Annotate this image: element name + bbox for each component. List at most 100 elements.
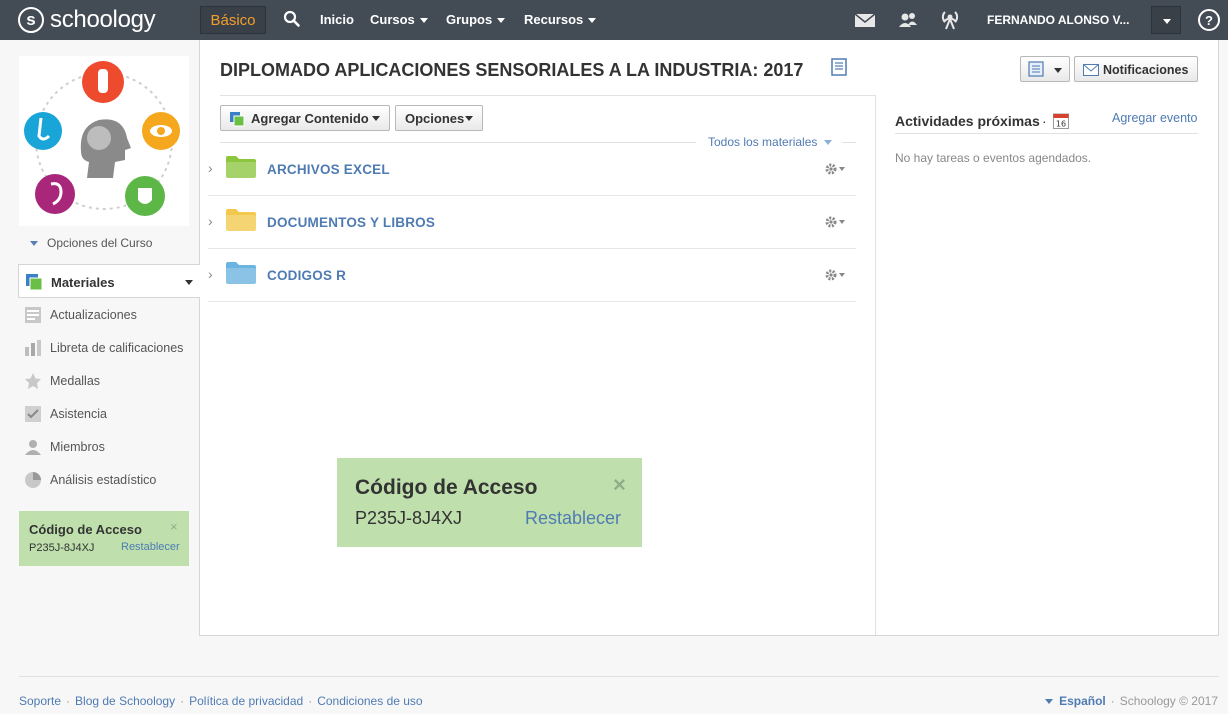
chevron-down-icon xyxy=(588,18,597,24)
reset-access-code-link[interactable]: Restablecer xyxy=(121,541,180,553)
badges-star-icon xyxy=(25,373,41,389)
add-materials-icon xyxy=(230,112,245,127)
no-events-message: No hay tareas o eventos agendados. xyxy=(895,151,1092,165)
footer-divider xyxy=(19,676,1219,677)
help-icon[interactable]: ? xyxy=(1198,9,1220,31)
sidebar-item-materiales[interactable]: Materiales xyxy=(18,264,200,298)
course-options-label: Opciones del Curso xyxy=(47,236,153,250)
sidebar-item-libreta[interactable]: Libreta de calificaciones xyxy=(50,341,183,355)
folder-row[interactable]: › CODIGOS R xyxy=(208,249,856,302)
footer-link-soporte[interactable]: Soporte xyxy=(19,694,61,708)
user-menu-dropdown[interactable] xyxy=(1151,6,1181,34)
nav-recursos-label: Recursos xyxy=(524,12,584,27)
course-info-icon[interactable] xyxy=(830,58,848,76)
chevron-down-icon xyxy=(372,116,380,121)
access-code-title: Código de Acceso xyxy=(355,476,538,499)
column-divider xyxy=(875,95,876,635)
folder-row[interactable]: › DOCUMENTOS Y LIBROS xyxy=(208,196,856,249)
list-view-icon xyxy=(1028,61,1044,77)
chevron-down-icon xyxy=(497,18,506,24)
schoology-logo[interactable]: s schoology xyxy=(18,6,156,34)
notifications-broadcast-icon[interactable] xyxy=(939,10,961,30)
sidebar-item-asistencia[interactable]: Asistencia xyxy=(50,407,107,421)
page-title: DIPLOMADO APLICACIONES SENSORIALES A LA … xyxy=(220,60,804,80)
nav-inicio[interactable]: Inicio xyxy=(320,12,354,27)
footer-separator: · xyxy=(66,694,71,708)
nav-grupos[interactable]: Grupos xyxy=(446,12,506,27)
folder-icon xyxy=(226,209,256,231)
chevron-down-icon xyxy=(1054,68,1062,73)
reset-access-code-link[interactable]: Restablecer xyxy=(525,508,621,529)
gradebook-icon xyxy=(25,340,41,356)
nav-recursos[interactable]: Recursos xyxy=(524,12,597,27)
add-content-button[interactable]: Agregar Contenido xyxy=(220,105,390,131)
language-selector[interactable]: Español xyxy=(1059,694,1106,708)
folder-icon xyxy=(226,156,256,178)
requests-icon[interactable] xyxy=(897,10,919,30)
options-label: Opciones xyxy=(405,111,465,126)
footer-link-blog[interactable]: Blog de Schoology xyxy=(75,694,175,708)
sidebar-item-label: Materiales xyxy=(51,275,115,290)
attendance-icon xyxy=(25,406,41,422)
access-code-value: P235J-8J4XJ xyxy=(29,542,95,554)
upcoming-divider xyxy=(895,133,1198,134)
close-icon[interactable]: × xyxy=(170,519,178,534)
calendar-day: 16 xyxy=(1056,120,1066,129)
nav-cursos-label: Cursos xyxy=(370,12,415,27)
footer-separator: · xyxy=(180,694,185,708)
nav-inicio-label: Inicio xyxy=(320,12,354,27)
gear-icon[interactable] xyxy=(824,268,848,282)
folder-row[interactable]: › ARCHIVOS EXCEL xyxy=(208,143,856,196)
top-navigation-bar: s schoology Básico Inicio Cursos Grupos … xyxy=(0,0,1228,40)
sidebar-item-actualizaciones[interactable]: Actualizaciones xyxy=(50,308,137,322)
access-code-popup: Código de Acceso P235J-8J4XJ Restablecer… xyxy=(337,458,642,547)
folder-name[interactable]: CODIGOS R xyxy=(267,268,346,283)
chevron-down-icon xyxy=(1045,699,1054,705)
messages-icon[interactable] xyxy=(854,10,876,30)
footer-links: Soporte · Blog de Schoology · Política de pr… xyxy=(19,694,423,708)
gear-icon[interactable] xyxy=(824,162,848,176)
updates-icon xyxy=(25,307,41,323)
materials-icon xyxy=(26,274,43,291)
notifications-button[interactable]: Notificaciones xyxy=(1074,56,1198,82)
sidebar-item-analisis[interactable]: Análisis estadístico xyxy=(50,473,156,487)
search-icon[interactable] xyxy=(283,10,301,28)
sidebar-item-medallas[interactable]: Medallas xyxy=(50,374,100,388)
members-icon xyxy=(25,440,41,455)
chevron-down-icon xyxy=(30,241,38,247)
analytics-pie-icon xyxy=(25,472,41,488)
chevron-down-icon xyxy=(465,116,473,121)
options-button[interactable]: Opciones xyxy=(395,105,483,131)
chevron-right-icon[interactable]: › xyxy=(208,213,213,229)
course-picture xyxy=(19,56,189,226)
chevron-down-icon xyxy=(1163,19,1171,24)
logo-mark: s xyxy=(18,7,44,33)
folder-name[interactable]: ARCHIVOS EXCEL xyxy=(267,162,390,177)
footer-separator: · xyxy=(308,694,313,708)
chevron-down-icon xyxy=(185,280,193,285)
course-options-toggle[interactable]: Opciones del Curso xyxy=(30,236,152,250)
gear-icon[interactable] xyxy=(824,215,848,229)
folder-name[interactable]: DOCUMENTOS Y LIBROS xyxy=(267,215,435,230)
calendar-icon[interactable]: 16 xyxy=(1053,112,1069,129)
copyright-text: Schoology © 2017 xyxy=(1119,694,1218,708)
access-code-value: P235J-8J4XJ xyxy=(355,508,463,528)
notifications-label: Notificaciones xyxy=(1103,63,1189,77)
logo-text: schoology xyxy=(50,6,156,33)
nav-cursos[interactable]: Cursos xyxy=(370,12,428,27)
folder-icon xyxy=(226,262,256,284)
footer-link-privacidad[interactable]: Política de privacidad xyxy=(189,694,303,708)
chevron-down-icon xyxy=(419,18,428,24)
header-divider xyxy=(220,95,876,96)
add-event-link[interactable]: Agregar evento xyxy=(1112,111,1197,125)
chevron-right-icon[interactable]: › xyxy=(208,160,213,176)
chevron-right-icon[interactable]: › xyxy=(208,266,213,282)
calendar-view-dropdown[interactable] xyxy=(1020,56,1070,82)
user-name[interactable]: FERNANDO ALONSO V... xyxy=(987,13,1129,27)
access-code-sidebar-box: Código de Acceso P235J-8J4XJ Restablecer… xyxy=(19,511,189,566)
add-content-label: Agregar Contenido xyxy=(251,111,369,126)
footer-link-condiciones[interactable]: Condiciones de uso xyxy=(317,694,422,708)
sidebar-item-miembros[interactable]: Miembros xyxy=(50,440,105,454)
basic-mode-button[interactable]: Básico xyxy=(200,6,266,34)
close-icon[interactable]: × xyxy=(613,472,626,498)
